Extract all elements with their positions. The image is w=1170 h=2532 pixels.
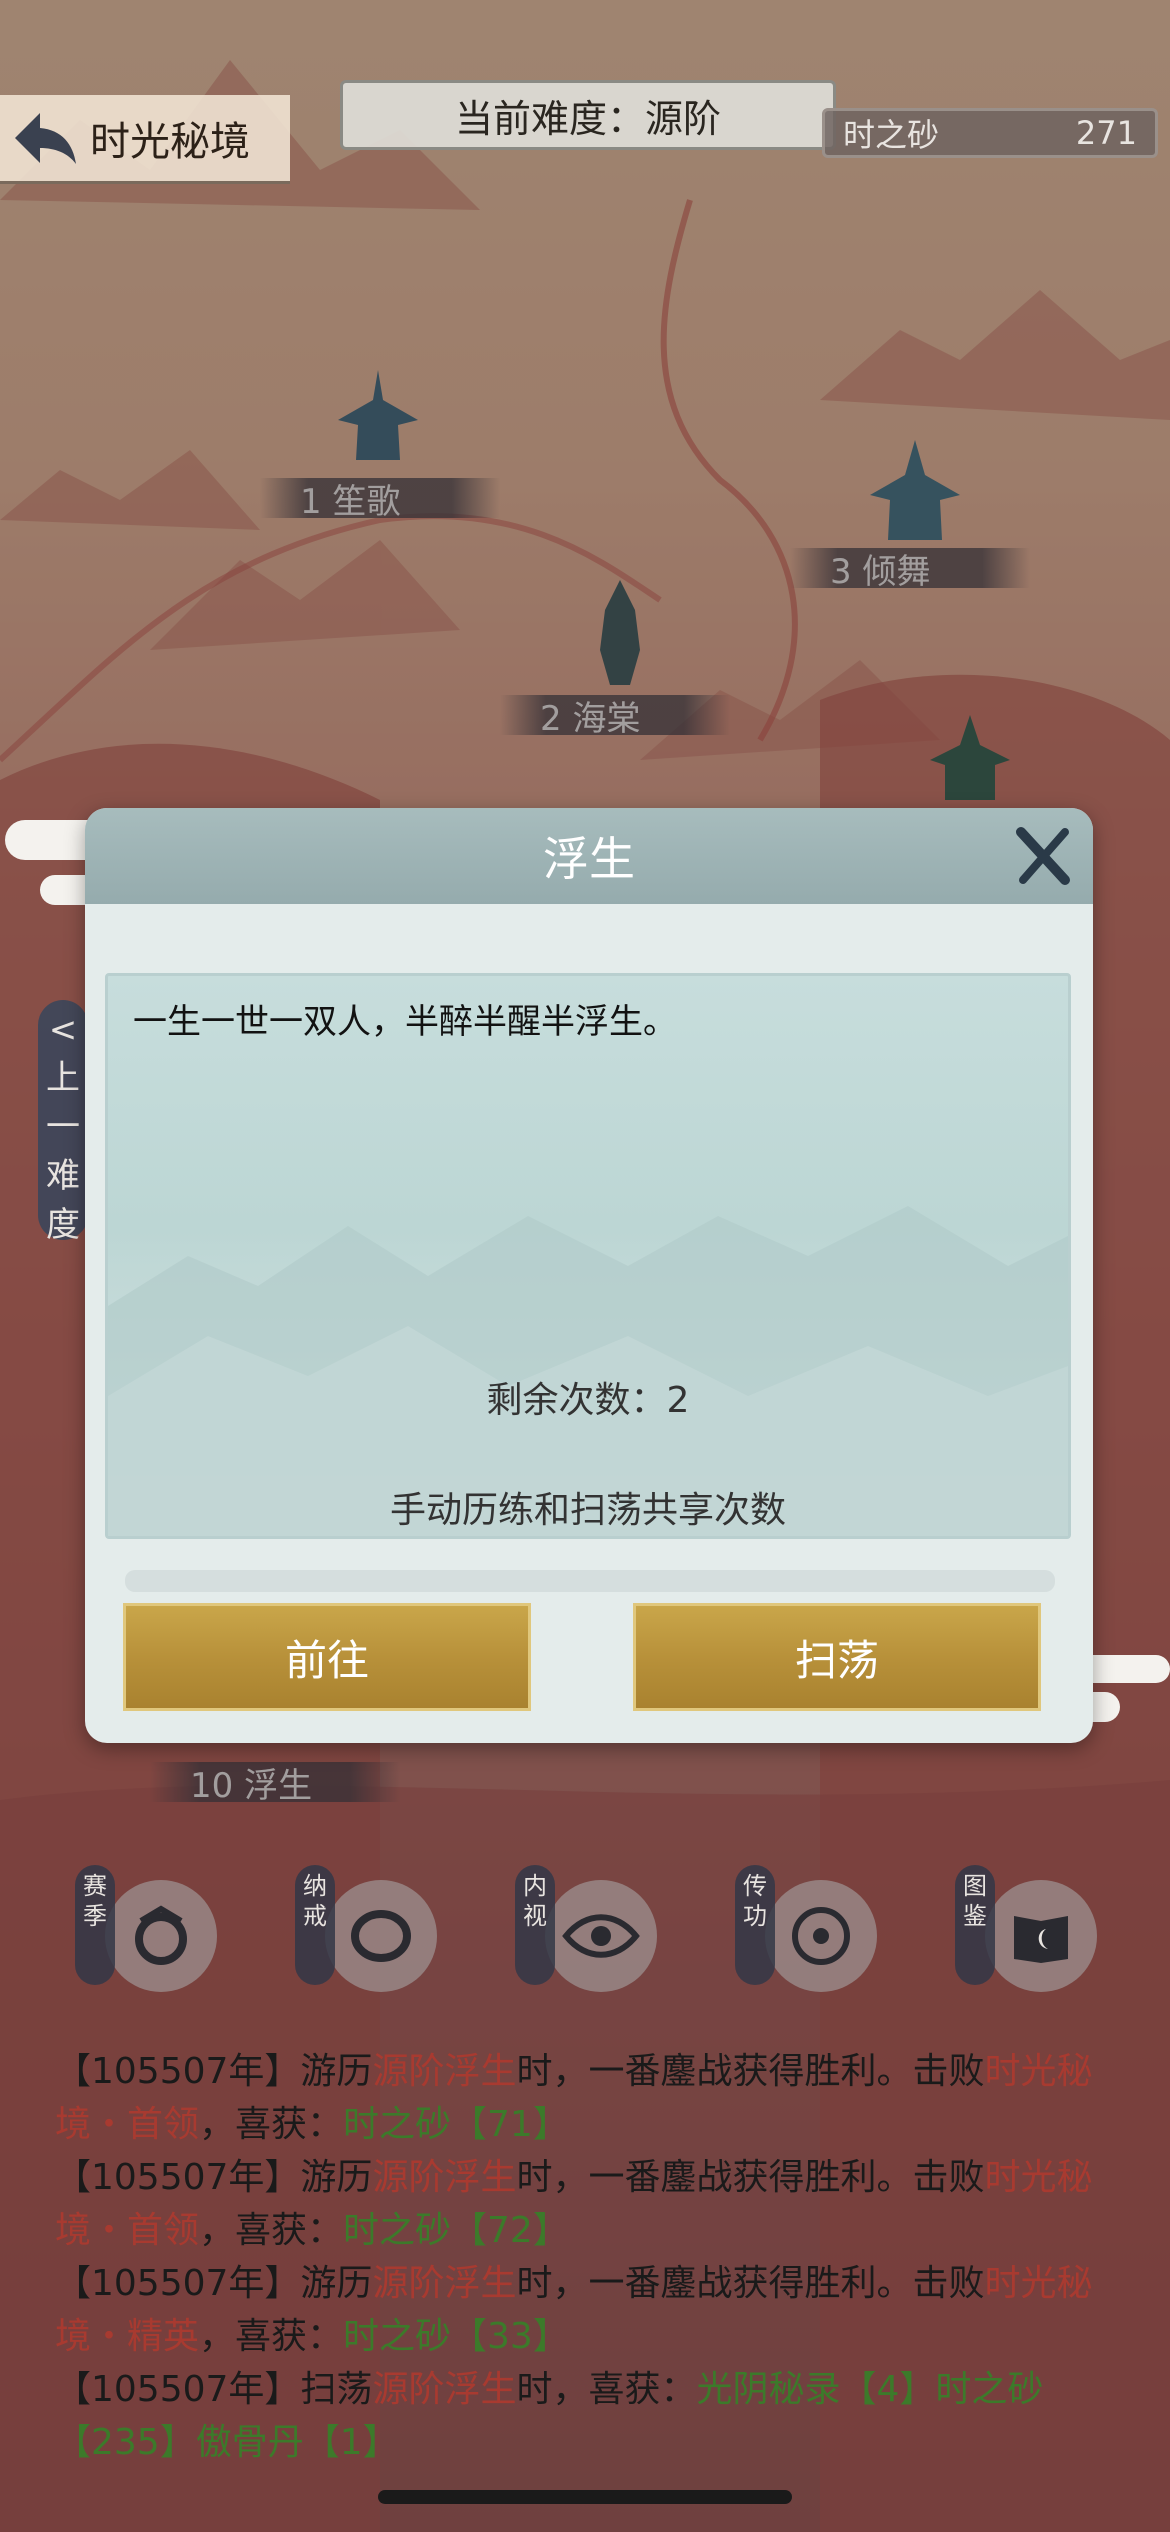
close-button[interactable]: [1007, 820, 1079, 892]
log-segment: ，喜获：: [199, 2316, 344, 2357]
battle-log: 【105507年】游历源阶浮生时，一番鏖战获得胜利。击败时光秘境・首领，喜获：时…: [55, 2045, 1125, 2469]
close-icon: [1016, 827, 1070, 885]
log-segment: 时，一番鏖战获得胜利。击败: [516, 2263, 985, 2304]
log-segment: 时，一番鏖战获得胜利。击败: [516, 2051, 985, 2092]
mountain-backdrop: [108, 1206, 1068, 1536]
inner-view-button[interactable]: 内视: [515, 1865, 657, 1995]
currency-value: 271: [1075, 114, 1137, 152]
side-tab-char: 度: [46, 1205, 80, 1245]
remaining-attempts: 剩余次数：2: [486, 1380, 690, 1421]
ring-button[interactable]: 纳戒: [295, 1865, 437, 1995]
transfer-tag: 传功: [735, 1865, 775, 1985]
log-segment: ，喜获：: [199, 2104, 344, 2145]
log-segment: 【105507年】游历: [55, 2263, 373, 2304]
currency-display: 时之砂 271: [822, 108, 1158, 158]
previous-difficulty-tab[interactable]: < 上 一 难 度: [38, 1000, 88, 1245]
season-button[interactable]: 赛季: [75, 1865, 217, 1995]
ring-icon: [325, 1880, 437, 1992]
log-entry: 【105507年】扫荡源阶浮生时，喜获：光阴秘录【4】时之砂【235】傲骨丹【1…: [55, 2363, 1125, 2469]
go-button[interactable]: 前往: [123, 1603, 531, 1711]
page-title: 时光秘境: [90, 119, 250, 165]
log-segment: 时，喜获：: [516, 2369, 697, 2410]
stage-description: 一生一世一双人，半醉半醒半浮生。: [133, 1002, 677, 1042]
shared-attempts-note: 手动历练和扫荡共享次数: [389, 1490, 786, 1531]
log-segment: 时之砂【33】: [343, 2316, 569, 2357]
log-segment: 【105507年】扫荡: [55, 2369, 373, 2410]
log-segment: 源阶浮生: [372, 2369, 517, 2410]
side-tab-char: 难: [46, 1156, 80, 1196]
log-entry: 【105507年】游历源阶浮生时，一番鏖战获得胜利。击败时光秘境・首领，喜获：时…: [55, 2045, 1125, 2151]
log-segment: 源阶浮生: [372, 2263, 517, 2304]
book-icon: [985, 1880, 1097, 1992]
log-segment: ，喜获：: [199, 2210, 344, 2251]
log-segment: 源阶浮生: [372, 2157, 517, 2198]
back-arrow-icon: [0, 95, 90, 181]
sweep-button-label: 扫荡: [794, 1635, 879, 1685]
side-tab-char: 上: [46, 1058, 80, 1098]
sweep-button[interactable]: 扫荡: [633, 1603, 1041, 1711]
log-entry: 【105507年】游历源阶浮生时，一番鏖战获得胜利。击败时光秘境・精英，喜获：时…: [55, 2257, 1125, 2363]
codex-tag: 图鉴: [955, 1865, 995, 1985]
log-segment: 时之砂【72】: [343, 2210, 569, 2251]
log-segment: 时，一番鏖战获得胜利。击败: [516, 2157, 985, 2198]
season-tag: 赛季: [75, 1865, 115, 1985]
back-button[interactable]: 时光秘境: [0, 95, 290, 184]
stage-dialog: 浮生 一生一世一双人，半醉半醒半浮生。 剩余次数：2 手动历练和扫荡共享次数 前…: [85, 808, 1093, 1743]
go-button-label: 前往: [284, 1635, 369, 1685]
eye-icon: [545, 1880, 657, 1992]
log-segment: 时之砂【71】: [343, 2104, 569, 2145]
ring-tag: 纳戒: [295, 1865, 335, 1985]
side-tab-char: 一: [46, 1107, 80, 1147]
transfer-icon: [765, 1880, 877, 1992]
dialog-content: 一生一世一双人，半醉半醒半浮生。 剩余次数：2 手动历练和扫荡共享次数: [105, 973, 1071, 1539]
log-segment: 【105507年】游历: [55, 2157, 373, 2198]
season-icon: [105, 1880, 217, 1992]
difficulty-banner: 当前难度：源阶: [340, 80, 836, 150]
log-entry: 【105507年】游历源阶浮生时，一番鏖战获得胜利。击败时光秘境・首领，喜获：时…: [55, 2151, 1125, 2257]
scroll-divider: [125, 1570, 1055, 1592]
inner-view-tag: 内视: [515, 1865, 555, 1985]
log-segment: 源阶浮生: [372, 2051, 517, 2092]
log-segment: 【105507年】游历: [55, 2051, 373, 2092]
transfer-button[interactable]: 传功: [735, 1865, 877, 1995]
home-indicator[interactable]: [378, 2490, 792, 2504]
dialog-title: 浮生: [543, 832, 635, 886]
codex-button[interactable]: 图鉴: [955, 1865, 1097, 1995]
side-tab-char: <: [48, 1010, 78, 1050]
dialog-header: 浮生: [85, 808, 1093, 904]
currency-name: 时之砂: [843, 116, 940, 154]
